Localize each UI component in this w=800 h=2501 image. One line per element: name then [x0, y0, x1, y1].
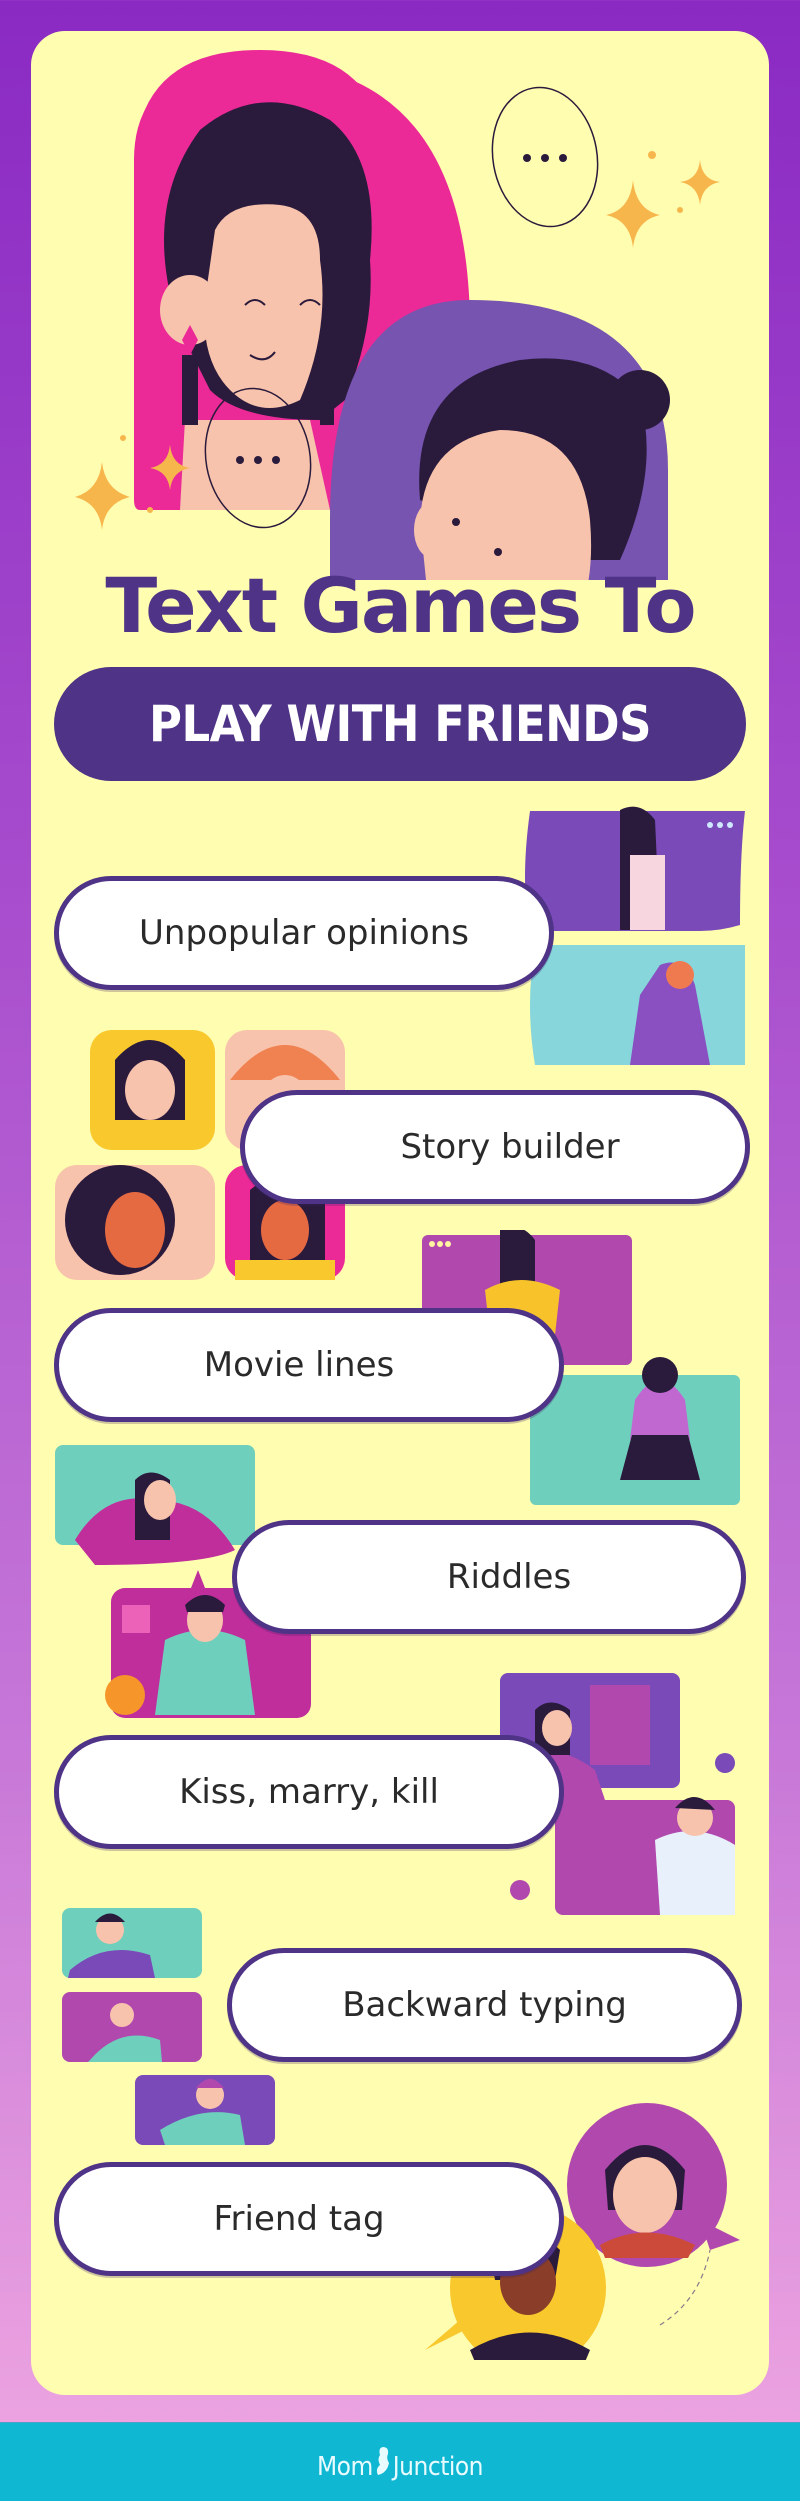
game-label: Movie lines — [203, 1345, 395, 1385]
game-label: Story builder — [400, 1127, 620, 1167]
game-pill-story-builder: Story builder — [240, 1090, 750, 1204]
momjunction-logo[interactable]: Mom Junction — [0, 2445, 800, 2482]
footer-bar: Mom Junction — [0, 2422, 800, 2501]
game-pill-friend-tag: Friend tag — [54, 2162, 564, 2276]
video-call-illustration — [525, 806, 745, 1065]
game-pill-riddles: Riddles — [232, 1520, 746, 1634]
game-pill-movie-lines: Movie lines — [54, 1308, 564, 1422]
game-pill-kiss-marry-kill: Kiss, marry, kill — [54, 1735, 564, 1849]
subtitle-banner: PLAY WITH FRIENDS — [54, 667, 746, 781]
game-label: Backward typing — [342, 1985, 627, 2025]
game-pill-unpopular-opinions: Unpopular opinions — [54, 876, 554, 990]
game-pill-backward-typing: Backward typing — [227, 1948, 742, 2062]
hero-illustration — [75, 50, 720, 580]
man-portrait — [330, 300, 670, 580]
chat-bubble-icon — [491, 86, 599, 228]
game-label: Friend tag — [213, 2199, 385, 2239]
page-title: Text Games To — [105, 561, 696, 650]
logo-text-right: Junction — [392, 2452, 484, 2482]
mother-child-icon — [376, 2447, 389, 2475]
subtitle-text: PLAY WITH FRIENDS — [149, 695, 651, 753]
logo-text-left: Mom — [317, 2452, 373, 2482]
game-label: Unpopular opinions — [139, 913, 469, 953]
game-label: Riddles — [446, 1557, 572, 1597]
game-label: Kiss, marry, kill — [179, 1772, 439, 1812]
